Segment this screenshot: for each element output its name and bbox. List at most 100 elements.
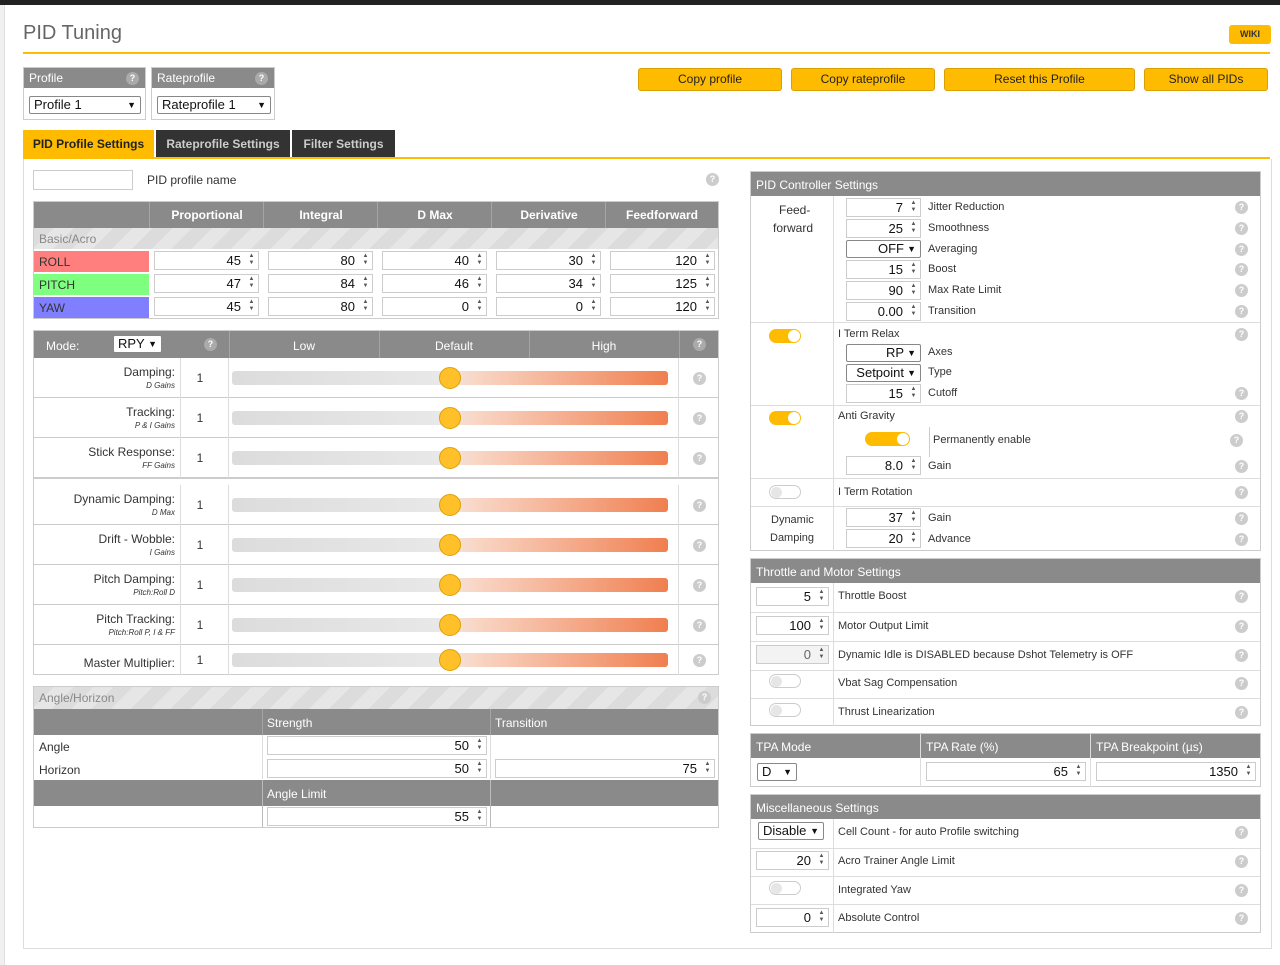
copy-rateprofile-button[interactable]: Copy rateprofile xyxy=(791,68,935,91)
help-icon[interactable]: ? xyxy=(1235,884,1248,897)
pid-value-input[interactable]: 120 ▲ ▼ xyxy=(610,297,715,316)
help-icon[interactable]: ? xyxy=(693,539,706,552)
help-icon[interactable]: ? xyxy=(1235,263,1248,276)
help-icon[interactable]: ? xyxy=(1235,222,1248,235)
help-icon[interactable]: ? xyxy=(1235,912,1248,925)
help-icon[interactable]: ? xyxy=(693,338,706,351)
iterm-relax-toggle[interactable] xyxy=(769,329,801,343)
help-icon[interactable]: ? xyxy=(1235,460,1248,473)
help-icon[interactable]: ? xyxy=(1235,284,1248,297)
help-icon[interactable]: ? xyxy=(1230,434,1243,447)
slider-thumb[interactable] xyxy=(439,494,461,516)
help-icon[interactable]: ? xyxy=(1235,243,1248,256)
anti-gravity-toggle[interactable] xyxy=(769,411,801,425)
help-icon[interactable]: ? xyxy=(693,579,706,592)
angle-limit-input[interactable]: 55 ▲ ▼ xyxy=(267,807,487,826)
smoothness-input[interactable]: 25 ▲ ▼ xyxy=(846,219,921,238)
tpa-breakpoint-input[interactable]: 1350 ▲ ▼ xyxy=(1096,762,1256,781)
help-icon[interactable]: ? xyxy=(1235,533,1248,546)
angle-strength-input[interactable]: 50 ▲ ▼ xyxy=(267,736,487,755)
pid-value-input[interactable]: 40 ▲ ▼ xyxy=(382,251,487,270)
slider-thumb[interactable] xyxy=(439,534,461,556)
pid-profile-name-input[interactable] xyxy=(33,170,133,190)
help-icon[interactable]: ? xyxy=(1235,826,1248,839)
pid-value-input[interactable]: 45 ▲ ▼ xyxy=(154,251,259,270)
pid-value-input[interactable]: 45 ▲ ▼ xyxy=(154,297,259,316)
pid-value-input[interactable]: 34 ▲ ▼ xyxy=(496,274,601,293)
slider-track[interactable] xyxy=(232,367,668,389)
rateprofile-select[interactable]: Rateprofile 1 ▼ xyxy=(157,96,271,114)
help-icon[interactable]: ? xyxy=(698,691,711,704)
help-icon[interactable]: ? xyxy=(1235,620,1248,633)
type-select[interactable]: Setpoint ▼ xyxy=(846,364,921,382)
pid-value-input[interactable]: 47 ▲ ▼ xyxy=(154,274,259,293)
slider-thumb[interactable] xyxy=(439,447,461,469)
integrated-yaw-toggle[interactable] xyxy=(769,881,801,895)
max-rate-limit-input[interactable]: 90 ▲ ▼ xyxy=(846,281,921,300)
show-all-pids-button[interactable]: Show all PIDs xyxy=(1144,68,1268,91)
help-icon[interactable]: ? xyxy=(1235,387,1248,400)
slider-thumb[interactable] xyxy=(439,614,461,636)
cell-count-select[interactable]: Disable ▼ xyxy=(758,822,824,840)
pid-value-input[interactable]: 125 ▲ ▼ xyxy=(610,274,715,293)
slider-track[interactable] xyxy=(232,407,668,429)
help-icon[interactable]: ? xyxy=(1235,305,1248,318)
pid-value-input[interactable]: 80 ▲ ▼ xyxy=(268,251,373,270)
cutoff-input[interactable]: 15 ▲ ▼ xyxy=(846,384,921,403)
averaging-select[interactable]: OFF ▼ xyxy=(846,240,921,258)
help-icon[interactable]: ? xyxy=(1235,649,1248,662)
profile-select[interactable]: Profile 1 ▼ xyxy=(29,96,141,114)
help-icon[interactable]: ? xyxy=(204,338,217,351)
slider-thumb[interactable] xyxy=(439,367,461,389)
help-icon[interactable]: ? xyxy=(1235,201,1248,214)
vbat-sag-toggle[interactable] xyxy=(769,674,801,688)
dynamic-idle-input[interactable]: 0 ▲ ▼ xyxy=(756,645,829,664)
anti-gravity-gain-input[interactable]: 8.0 ▲ ▼ xyxy=(846,456,921,475)
pid-value-input[interactable]: 84 ▲ ▼ xyxy=(268,274,373,293)
slider-thumb[interactable] xyxy=(439,407,461,429)
pid-value-input[interactable]: 0 ▲ ▼ xyxy=(496,297,601,316)
help-icon[interactable]: ? xyxy=(255,72,268,85)
pid-value-input[interactable]: 0 ▲ ▼ xyxy=(382,297,487,316)
pid-value-input[interactable]: 120 ▲ ▼ xyxy=(610,251,715,270)
slider-thumb[interactable] xyxy=(439,574,461,596)
tab-pid-profile-settings[interactable]: PID Profile Settings xyxy=(23,130,154,158)
tpa-mode-select[interactable]: D ▼ xyxy=(757,763,797,781)
help-icon[interactable]: ? xyxy=(1235,677,1248,690)
copy-profile-button[interactable]: Copy profile xyxy=(638,68,782,91)
slider-track[interactable] xyxy=(232,614,668,636)
mode-select[interactable]: RPY ▼ xyxy=(113,335,162,353)
help-icon[interactable]: ? xyxy=(1235,486,1248,499)
slider-thumb[interactable] xyxy=(439,649,461,671)
tab-rateprofile-settings[interactable]: Rateprofile Settings xyxy=(156,130,290,158)
acro-trainer-input[interactable]: 20 ▲ ▼ xyxy=(756,851,829,870)
help-icon[interactable]: ? xyxy=(693,372,706,385)
absolute-control-input[interactable]: 0 ▲ ▼ xyxy=(756,908,829,927)
reset-profile-button[interactable]: Reset this Profile xyxy=(944,68,1135,91)
wiki-button[interactable]: WIKI xyxy=(1229,25,1271,44)
throttle-boost-input[interactable]: 5 ▲ ▼ xyxy=(756,587,829,606)
ff-transition-input[interactable]: 0.00 ▲ ▼ xyxy=(846,302,921,321)
slider-track[interactable] xyxy=(232,534,668,556)
help-icon[interactable]: ? xyxy=(1235,410,1248,423)
help-icon[interactable]: ? xyxy=(693,499,706,512)
tab-filter-settings[interactable]: Filter Settings xyxy=(292,130,395,158)
help-icon[interactable]: ? xyxy=(693,619,706,632)
help-icon[interactable]: ? xyxy=(1235,590,1248,603)
help-icon[interactable]: ? xyxy=(1235,328,1248,341)
slider-track[interactable] xyxy=(232,649,668,671)
help-icon[interactable]: ? xyxy=(693,654,706,667)
ff-boost-input[interactable]: 15 ▲ ▼ xyxy=(846,260,921,279)
help-icon[interactable]: ? xyxy=(693,452,706,465)
dyn-damping-gain-input[interactable]: 37 ▲ ▼ xyxy=(846,508,921,527)
jitter-reduction-input[interactable]: 7 ▲ ▼ xyxy=(846,198,921,217)
horizon-transition-input[interactable]: 75 ▲ ▼ xyxy=(495,759,715,778)
tpa-rate-input[interactable]: 65 ▲ ▼ xyxy=(926,762,1086,781)
help-icon[interactable]: ? xyxy=(1235,706,1248,719)
pid-value-input[interactable]: 30 ▲ ▼ xyxy=(496,251,601,270)
help-icon[interactable]: ? xyxy=(706,173,719,186)
slider-track[interactable] xyxy=(232,447,668,469)
thrust-linearization-toggle[interactable] xyxy=(769,703,801,717)
iterm-rotation-toggle[interactable] xyxy=(769,485,801,499)
help-icon[interactable]: ? xyxy=(126,72,139,85)
